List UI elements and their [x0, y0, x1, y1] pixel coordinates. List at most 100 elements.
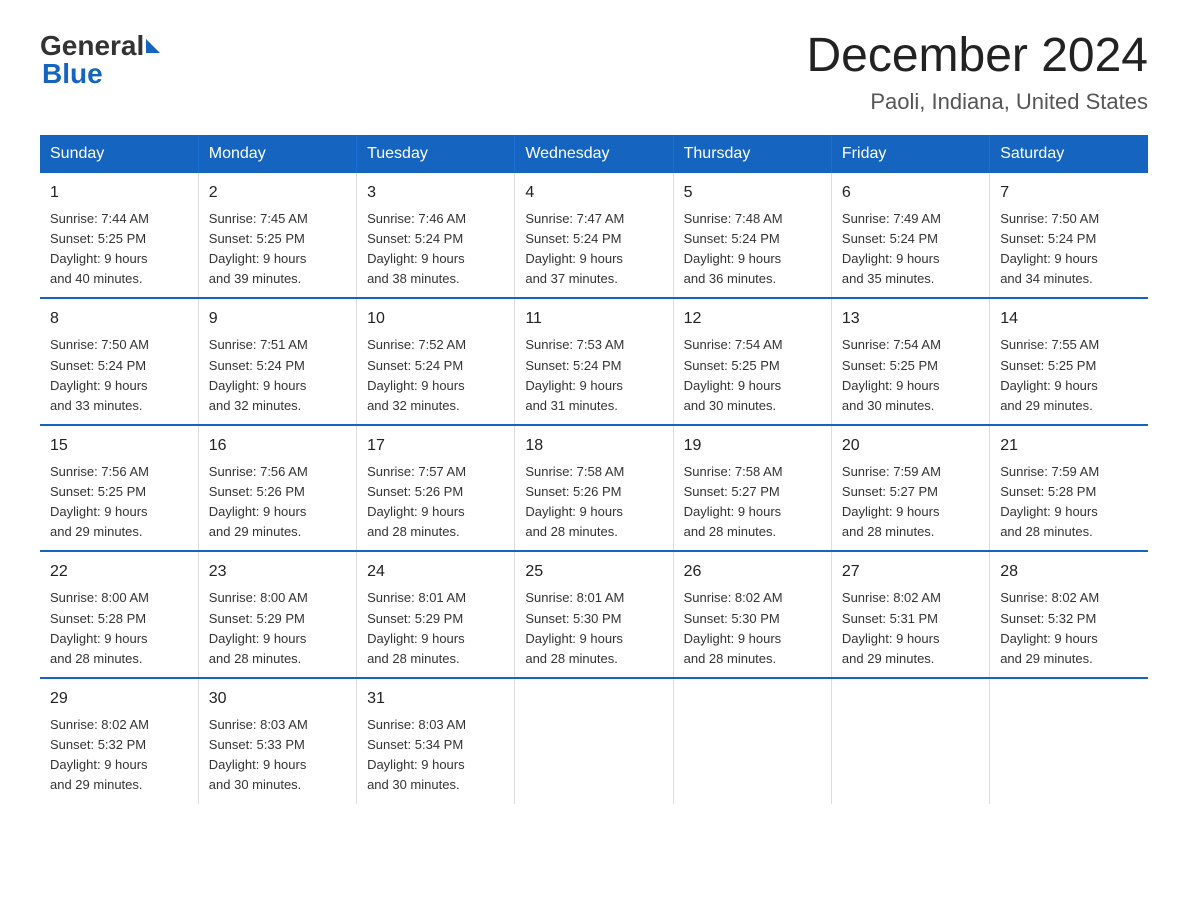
calendar-day-cell: 30Sunrise: 8:03 AMSunset: 5:33 PMDayligh…	[198, 678, 356, 804]
day-info: Sunrise: 7:51 AMSunset: 5:24 PMDaylight:…	[209, 335, 346, 416]
calendar-day-cell: 23 Sunrise: 8:00 AMSunset: 5:29 PMDayligh…	[198, 551, 356, 678]
calendar-day-cell: 5 Sunrise: 7:48 AMSunset: 5:24 PMDaylight…	[673, 173, 831, 299]
day-info: Sunrise: 7:50 AMSunset: 5:24 PMDaylight:…	[1000, 209, 1138, 290]
header-day: Thursday	[673, 135, 831, 173]
day-number: 12	[684, 307, 821, 331]
day-number: 27	[842, 560, 979, 584]
calendar-week-row: 29 Sunrise: 8:02 AMSunset: 5:32 PMDayligh…	[40, 678, 1148, 804]
day-info: Sunrise: 7:45 AMSunset: 5:25 PMDaylight:…	[209, 209, 346, 290]
day-info: Sunrise: 7:50 AMSunset: 5:24 PMDaylight:…	[50, 335, 188, 416]
calendar-week-row: 15 Sunrise: 7:56 AMSunset: 5:25 PMDayligh…	[40, 425, 1148, 552]
calendar-day-cell: 11 Sunrise: 7:53 AMSunset: 5:24 PMDayligh…	[515, 298, 673, 425]
day-number: 7	[1000, 181, 1138, 205]
day-info: Sunrise: 7:47 AMSunset: 5:24 PMDaylight:…	[525, 209, 662, 290]
location: Paoli, Indiana, United States	[806, 89, 1148, 115]
calendar-day-cell: 7 Sunrise: 7:50 AMSunset: 5:24 PMDaylight…	[990, 173, 1148, 299]
header-day: Friday	[831, 135, 989, 173]
day-number: 11	[525, 307, 662, 331]
day-number: 10	[367, 307, 504, 331]
day-number: 22	[50, 560, 188, 584]
month-title: December 2024	[806, 30, 1148, 83]
calendar-day-cell: 29 Sunrise: 8:02 AMSunset: 5:32 PMDayligh…	[40, 678, 198, 804]
day-number: 24	[367, 560, 504, 584]
day-number: 9	[209, 307, 346, 331]
calendar-header: SundayMondayTuesdayWednesdayThursdayFrid…	[40, 135, 1148, 173]
day-number: 14	[1000, 307, 1138, 331]
day-number: 3	[367, 181, 504, 205]
page-header: General Blue December 2024 Paoli, Indian…	[40, 30, 1148, 115]
day-info: Sunrise: 8:01 AMSunset: 5:29 PMDaylight:…	[367, 588, 504, 669]
header-row: SundayMondayTuesdayWednesdayThursdayFrid…	[40, 135, 1148, 173]
day-number: 23	[209, 560, 346, 584]
calendar-week-row: 22 Sunrise: 8:00 AMSunset: 5:28 PMDayligh…	[40, 551, 1148, 678]
header-day: Saturday	[990, 135, 1148, 173]
calendar-day-cell: 27 Sunrise: 8:02 AMSunset: 5:31 PMDayligh…	[831, 551, 989, 678]
day-info: Sunrise: 7:57 AMSunset: 5:26 PMDaylight:…	[367, 462, 504, 543]
day-info: Sunrise: 7:55 AMSunset: 5:25 PMDaylight:…	[1000, 335, 1138, 416]
calendar-day-cell: 6Sunrise: 7:49 AMSunset: 5:24 PMDaylight…	[831, 173, 989, 299]
calendar-day-cell: 16Sunrise: 7:56 AMSunset: 5:26 PMDayligh…	[198, 425, 356, 552]
day-number: 29	[50, 687, 188, 711]
day-number: 5	[684, 181, 821, 205]
calendar-day-cell: 17 Sunrise: 7:57 AMSunset: 5:26 PMDayligh…	[357, 425, 515, 552]
day-number: 16	[209, 434, 346, 458]
calendar-table: SundayMondayTuesdayWednesdayThursdayFrid…	[40, 135, 1148, 804]
calendar-day-cell	[673, 678, 831, 804]
day-number: 13	[842, 307, 979, 331]
day-number: 26	[684, 560, 821, 584]
calendar-day-cell: 26Sunrise: 8:02 AMSunset: 5:30 PMDayligh…	[673, 551, 831, 678]
day-info: Sunrise: 7:46 AMSunset: 5:24 PMDaylight:…	[367, 209, 504, 290]
calendar-day-cell: 3 Sunrise: 7:46 AMSunset: 5:24 PMDaylight…	[357, 173, 515, 299]
day-info: Sunrise: 7:58 AMSunset: 5:27 PMDaylight:…	[684, 462, 821, 543]
logo: General Blue	[40, 30, 162, 90]
day-info: Sunrise: 7:48 AMSunset: 5:24 PMDaylight:…	[684, 209, 821, 290]
calendar-day-cell	[990, 678, 1148, 804]
calendar-day-cell: 12Sunrise: 7:54 AMSunset: 5:25 PMDayligh…	[673, 298, 831, 425]
day-info: Sunrise: 8:01 AMSunset: 5:30 PMDaylight:…	[525, 588, 662, 669]
day-number: 19	[684, 434, 821, 458]
day-info: Sunrise: 8:00 AMSunset: 5:29 PMDaylight:…	[209, 588, 346, 669]
day-number: 28	[1000, 560, 1138, 584]
calendar-day-cell: 9 Sunrise: 7:51 AMSunset: 5:24 PMDaylight…	[198, 298, 356, 425]
day-number: 1	[50, 181, 188, 205]
day-info: Sunrise: 8:00 AMSunset: 5:28 PMDaylight:…	[50, 588, 188, 669]
day-number: 31	[367, 687, 504, 711]
calendar-day-cell	[515, 678, 673, 804]
calendar-day-cell: 4 Sunrise: 7:47 AMSunset: 5:24 PMDaylight…	[515, 173, 673, 299]
day-info: Sunrise: 7:53 AMSunset: 5:24 PMDaylight:…	[525, 335, 662, 416]
header-day: Wednesday	[515, 135, 673, 173]
calendar-day-cell	[831, 678, 989, 804]
calendar-day-cell: 28Sunrise: 8:02 AMSunset: 5:32 PMDayligh…	[990, 551, 1148, 678]
day-info: Sunrise: 7:56 AMSunset: 5:25 PMDaylight:…	[50, 462, 188, 543]
day-info: Sunrise: 7:49 AMSunset: 5:24 PMDaylight:…	[842, 209, 979, 290]
calendar-day-cell: 13Sunrise: 7:54 AMSunset: 5:25 PMDayligh…	[831, 298, 989, 425]
day-number: 15	[50, 434, 188, 458]
logo-arrow-icon	[146, 39, 160, 53]
calendar-day-cell: 18Sunrise: 7:58 AMSunset: 5:26 PMDayligh…	[515, 425, 673, 552]
header-day: Tuesday	[357, 135, 515, 173]
calendar-day-cell: 2 Sunrise: 7:45 AMSunset: 5:25 PMDaylight…	[198, 173, 356, 299]
calendar-day-cell: 8Sunrise: 7:50 AMSunset: 5:24 PMDaylight…	[40, 298, 198, 425]
calendar-week-row: 1 Sunrise: 7:44 AMSunset: 5:25 PMDaylight…	[40, 173, 1148, 299]
day-number: 25	[525, 560, 662, 584]
day-number: 21	[1000, 434, 1138, 458]
day-info: Sunrise: 8:03 AMSunset: 5:34 PMDaylight:…	[367, 715, 504, 796]
calendar-day-cell: 20 Sunrise: 7:59 AMSunset: 5:27 PMDayligh…	[831, 425, 989, 552]
calendar-day-cell: 15 Sunrise: 7:56 AMSunset: 5:25 PMDayligh…	[40, 425, 198, 552]
calendar-day-cell: 10 Sunrise: 7:52 AMSunset: 5:24 PMDayligh…	[357, 298, 515, 425]
calendar-day-cell: 25 Sunrise: 8:01 AMSunset: 5:30 PMDayligh…	[515, 551, 673, 678]
day-info: Sunrise: 8:02 AMSunset: 5:32 PMDaylight:…	[50, 715, 188, 796]
day-number: 2	[209, 181, 346, 205]
day-info: Sunrise: 7:52 AMSunset: 5:24 PMDaylight:…	[367, 335, 504, 416]
calendar-week-row: 8Sunrise: 7:50 AMSunset: 5:24 PMDaylight…	[40, 298, 1148, 425]
day-number: 4	[525, 181, 662, 205]
day-number: 17	[367, 434, 504, 458]
day-info: Sunrise: 8:03 AMSunset: 5:33 PMDaylight:…	[209, 715, 346, 796]
calendar-day-cell: 1 Sunrise: 7:44 AMSunset: 5:25 PMDaylight…	[40, 173, 198, 299]
day-info: Sunrise: 7:44 AMSunset: 5:25 PMDaylight:…	[50, 209, 188, 290]
day-info: Sunrise: 7:59 AMSunset: 5:27 PMDaylight:…	[842, 462, 979, 543]
calendar-day-cell: 22 Sunrise: 8:00 AMSunset: 5:28 PMDayligh…	[40, 551, 198, 678]
day-number: 20	[842, 434, 979, 458]
header-day: Monday	[198, 135, 356, 173]
day-info: Sunrise: 8:02 AMSunset: 5:31 PMDaylight:…	[842, 588, 979, 669]
